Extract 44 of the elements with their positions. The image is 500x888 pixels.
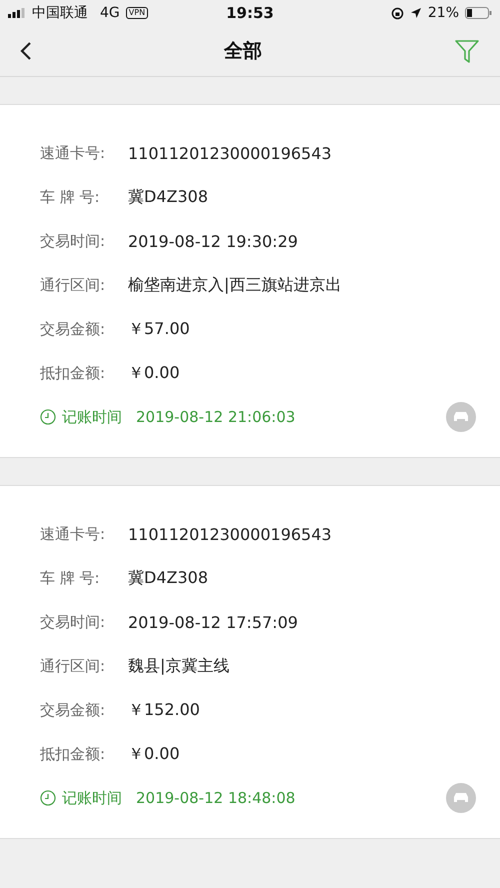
field-label: 速通卡号: <box>40 144 106 162</box>
clock-time: 19:53 <box>226 4 274 22</box>
field-label: 抵扣金额: <box>40 364 106 382</box>
field-label: 通行区间: <box>40 276 106 294</box>
field-value: 榆垡南进京入|西三旗站进京出 <box>128 274 342 296</box>
field-value: 魏县|京冀主线 <box>128 656 230 676</box>
field-label: 抵扣金额: <box>40 744 106 764</box>
field-value: 冀D4Z308 <box>128 186 208 208</box>
carrier-name: 中国联通 <box>32 4 88 22</box>
field-value: 2019-08-12 19:30:29 <box>128 232 298 250</box>
field-label: 车 牌 号: <box>40 188 101 206</box>
battery-icon <box>465 7 492 19</box>
network-type: 4G <box>100 5 120 21</box>
clock-icon <box>40 790 56 806</box>
filter-icon[interactable] <box>454 38 480 64</box>
field-value: 2019-08-12 17:57:09 <box>128 612 298 632</box>
field-label: 通行区间: <box>40 656 106 676</box>
page-title: 全部 <box>224 39 262 64</box>
signal-icon <box>8 8 26 18</box>
field-label: 交易时间: <box>40 232 106 250</box>
field-value: 冀D4Z308 <box>128 568 208 588</box>
rotation-lock-icon <box>390 6 404 20</box>
field-label: 交易金额: <box>40 700 106 720</box>
location-arrow-icon <box>410 7 422 19</box>
field-value: ￥152.00 <box>128 700 200 720</box>
field-value: 11011201230000196543 <box>128 144 332 162</box>
car-icon[interactable] <box>446 783 476 813</box>
field-value: ￥0.00 <box>128 744 180 764</box>
posted-label: 记账时间 <box>62 788 122 808</box>
field-label: 交易时间: <box>40 612 106 632</box>
field-value: 11011201230000196543 <box>128 524 332 544</box>
field-label: 速通卡号: <box>40 524 106 544</box>
field-label: 交易金额: <box>40 320 106 338</box>
car-icon[interactable] <box>446 402 476 432</box>
vpn-badge: VPN <box>126 7 148 19</box>
battery-percent: 21% <box>428 5 459 21</box>
posted-label: 记账时间 <box>62 408 122 426</box>
field-value: ￥57.00 <box>128 318 190 340</box>
clock-icon <box>40 409 56 425</box>
posted-time: 2019-08-12 18:48:08 <box>136 789 296 807</box>
field-value: ￥0.00 <box>128 362 180 384</box>
posted-time: 2019-08-12 21:06:03 <box>136 408 296 426</box>
back-icon[interactable] <box>20 41 32 61</box>
field-label: 车 牌 号: <box>40 568 101 588</box>
